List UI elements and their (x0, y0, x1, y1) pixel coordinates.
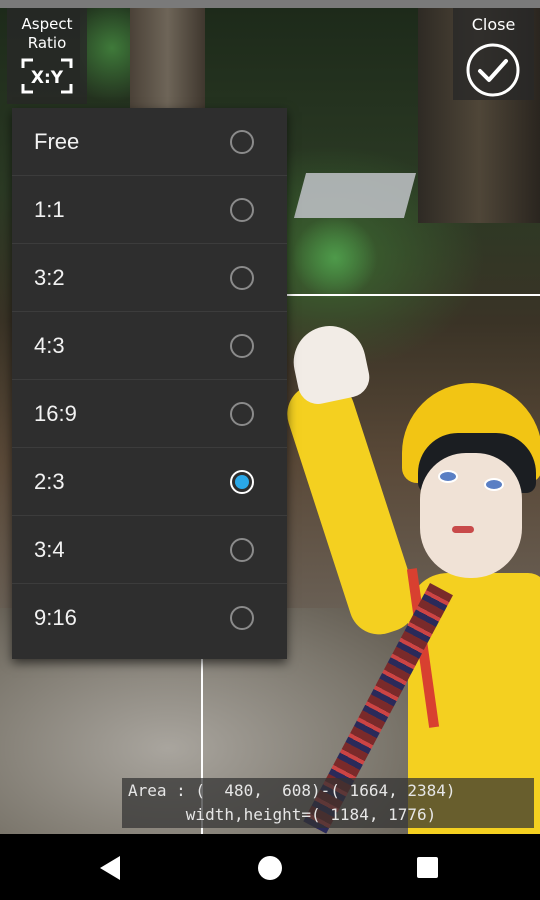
aspect-option-3-4[interactable]: 3:4 (12, 516, 287, 584)
radio-button[interactable] (230, 265, 254, 290)
photo-debris (293, 173, 417, 218)
radio-button-selected[interactable] (230, 469, 254, 494)
doll-arm (279, 373, 425, 643)
doll-eye (438, 470, 458, 483)
crop-area-readout: Area : ( 480, 608)-( 1664, 2384) width,h… (122, 778, 534, 828)
aspect-option-9-16[interactable]: 9:16 (12, 584, 287, 652)
crop-size-line: width,height=( 1184, 1776) (128, 805, 437, 824)
aspect-ratio-icon-text: X:Y (31, 68, 64, 88)
doll-face (420, 453, 522, 578)
navigation-bar (0, 834, 540, 900)
radio-button[interactable] (230, 333, 254, 358)
aspect-option-label: 9:16 (34, 605, 77, 630)
aspect-ratio-icon: X:Y (21, 58, 73, 94)
aspect-option-label: 16:9 (34, 400, 77, 426)
aspect-option-4-3[interactable]: 4:3 (12, 312, 287, 380)
radio-button[interactable] (230, 537, 254, 562)
crop-guide-top[interactable] (287, 294, 540, 296)
aspect-option-label: 3:2 (34, 264, 65, 290)
photo-tree-trunk (130, 8, 205, 118)
doll-eye (484, 478, 504, 491)
radio-button[interactable] (230, 197, 254, 222)
back-icon[interactable] (100, 856, 120, 880)
aspect-option-label: 2:3 (34, 468, 65, 494)
aspect-option-16-9[interactable]: 16:9 (12, 380, 287, 448)
home-icon[interactable] (258, 856, 282, 880)
close-button[interactable]: Close (453, 8, 534, 100)
aspect-option-3-2[interactable]: 3:2 (12, 244, 287, 312)
aspect-option-label: Free (34, 128, 80, 154)
close-label: Close (471, 15, 516, 34)
crop-area-line: Area : ( 480, 608)-( 1664, 2384) (128, 781, 456, 800)
aspect-ratio-label: Aspect Ratio (21, 15, 73, 52)
check-icon (466, 43, 520, 97)
radio-button[interactable] (230, 401, 254, 426)
aspect-option-label: 3:4 (34, 536, 65, 562)
aspect-option-label: 4:3 (34, 332, 65, 358)
aspect-ratio-menu: Free 1:1 3:2 4:3 16:9 2:3 3:4 9:16 (12, 108, 287, 659)
aspect-option-2-3[interactable]: 2:3 (12, 448, 287, 516)
photo-plants (290, 218, 380, 298)
aspect-option-label: 1:1 (34, 196, 65, 222)
aspect-option-free[interactable]: Free (12, 108, 287, 176)
recent-apps-icon[interactable] (417, 857, 438, 878)
aspect-option-1-1[interactable]: 1:1 (12, 176, 287, 244)
radio-button[interactable] (230, 606, 254, 630)
aspect-ratio-button[interactable]: Aspect Ratio X:Y (7, 8, 87, 104)
status-bar-strip (0, 0, 540, 8)
doll-mouth (452, 526, 474, 533)
radio-button[interactable] (230, 129, 254, 154)
doll-hand (286, 319, 374, 408)
